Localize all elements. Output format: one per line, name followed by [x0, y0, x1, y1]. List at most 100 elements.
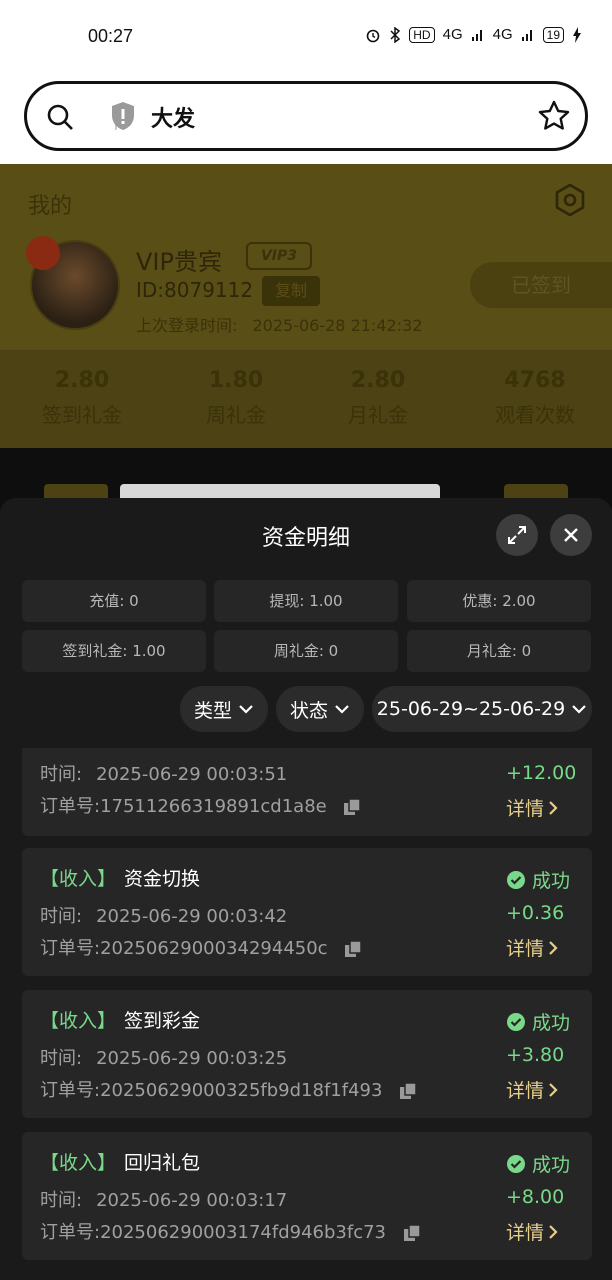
time-label: 时间: [40, 906, 83, 927]
expand-icon [508, 526, 526, 544]
record-type: 【收入】 资金切换 [40, 864, 200, 891]
stat-value: 2.80 [350, 368, 406, 393]
summary-recharge: 充值: 0 [22, 580, 206, 622]
status-filter[interactable]: 状态 [276, 686, 364, 732]
record-tag: 【收入】 [40, 868, 117, 890]
status-filter-label: 状态 [289, 699, 328, 722]
status-badge: 成功 [506, 1008, 570, 1035]
record-type: 【收入】 回归礼包 [40, 1148, 200, 1175]
list-item[interactable]: 【收入】 资金切换 成功 时间: 2025-06-29 00:03:42 订单号:2… [22, 848, 592, 976]
copy-icon[interactable] [402, 1223, 422, 1243]
status-text: 成功 [531, 870, 570, 892]
summary-monthly-bonus: 月礼金: 0 [407, 630, 591, 672]
last-login: 上次登录时间: 2025-06-28 21:42:32 [136, 312, 422, 336]
copy-icon[interactable] [343, 939, 363, 959]
network-4g-1: 4G [442, 26, 463, 43]
copy-icon[interactable] [342, 797, 362, 817]
status-bar: 00:27 HD 4G 4G 19 [0, 0, 612, 72]
date-range-filter[interactable]: 25-06-29~25-06-29 [372, 686, 592, 732]
detail-label: 详情 [506, 1080, 545, 1102]
check-circle-icon [506, 1154, 525, 1173]
records-list[interactable]: 时间: 2025-06-29 00:03:51 订单号:1751126631989… [0, 748, 612, 1280]
detail-link[interactable]: 详情 [506, 794, 558, 821]
record-amount: +3.80 [506, 1044, 565, 1066]
record-time: 时间: 2025-06-29 00:03:17 [40, 1186, 287, 1212]
chevron-right-icon [549, 800, 558, 815]
record-order: 订单号:2025062900034294450c [40, 934, 363, 960]
order-value: 20250629000325fb9d18f1f493 [100, 1080, 383, 1101]
hd-badge: HD [409, 26, 435, 43]
time-value: 2025-06-29 00:03:25 [96, 1048, 288, 1069]
list-item[interactable]: 【收入】 签到彩金 成功 时间: 2025-06-29 00:03:25 订单号:2… [22, 990, 592, 1118]
status-badge: 成功 [506, 1150, 570, 1177]
profile-stats: 2.80 签到礼金 1.80 周礼金 2.80 月礼金 4768 观看次数 [0, 350, 612, 448]
order-label: 订单号: [40, 1080, 101, 1101]
summary-weekly-bonus: 周礼金: 0 [214, 630, 398, 672]
expand-button[interactable] [496, 514, 538, 556]
record-amount: +8.00 [506, 1186, 565, 1208]
status-time: 00:27 [88, 26, 134, 46]
list-item[interactable]: 时间: 2025-06-29 00:03:51 订单号:1751126631989… [22, 748, 592, 836]
record-order: 订单号:202506290003174fd946b3fc73 [40, 1218, 422, 1244]
search-icon[interactable] [45, 102, 75, 132]
detail-label: 详情 [506, 798, 545, 820]
summary-withdraw: 提现: 1.00 [214, 580, 398, 622]
time-label: 时间: [40, 1048, 83, 1069]
chevron-down-icon [572, 705, 586, 714]
order-label: 订单号: [40, 796, 101, 817]
status-icons: HD 4G 4G 19 [365, 26, 582, 43]
detail-label: 详情 [506, 938, 545, 960]
time-value: 2025-06-29 00:03:42 [96, 906, 288, 927]
shield-icon[interactable] [109, 100, 137, 132]
record-name: 签到彩金 [124, 1010, 201, 1032]
stat-item: 2.80 签到礼金 [36, 368, 128, 428]
chevron-right-icon [549, 940, 558, 955]
status-badge: 成功 [506, 866, 570, 893]
stat-label: 观看次数 [495, 403, 575, 427]
chevron-down-icon [335, 705, 349, 714]
signal-icon-2 [521, 29, 532, 41]
browser-toolbar: 大发 [0, 72, 612, 164]
profile-name: VIP贵宾 [136, 248, 222, 276]
order-value: 202506290003174fd946b3fc73 [100, 1222, 386, 1243]
check-circle-icon [506, 1012, 525, 1031]
check-circle-icon [506, 870, 525, 889]
address-bar[interactable]: 大发 [24, 81, 588, 151]
network-4g-2: 4G [492, 26, 513, 43]
record-order: 订单号:20250629000325fb9d18f1f493 [40, 1076, 418, 1102]
date-range-label: 25-06-29~25-06-29 [376, 698, 566, 720]
close-button[interactable] [550, 514, 592, 556]
order-label: 订单号: [40, 1222, 101, 1243]
stat-label: 签到礼金 [42, 403, 122, 427]
bluetooth-icon [390, 26, 401, 43]
record-name: 回归礼包 [124, 1152, 201, 1174]
detail-link[interactable]: 详情 [506, 934, 558, 961]
record-type: 【收入】 签到彩金 [40, 1006, 200, 1033]
detail-link[interactable]: 详情 [506, 1218, 558, 1245]
stat-item: 2.80 月礼金 [332, 368, 424, 428]
type-filter[interactable]: 类型 [180, 686, 268, 732]
chevron-right-icon [549, 1224, 558, 1239]
profile-id: ID:8079112 [136, 278, 254, 302]
order-label: 订单号: [40, 938, 101, 959]
vip-badge: VIP3 [246, 242, 312, 270]
stat-item: 4768 观看次数 [480, 368, 590, 428]
stat-label: 月礼金 [348, 403, 408, 427]
page-title: 我的 [28, 194, 73, 219]
battery-level: 19 [542, 26, 564, 43]
address-query[interactable]: 大发 [151, 101, 195, 133]
signal-icon-1 [471, 29, 482, 41]
time-value: 2025-06-29 00:03:51 [96, 764, 288, 785]
detail-link[interactable]: 详情 [506, 1076, 558, 1103]
detail-label: 详情 [506, 1222, 545, 1244]
summary-discount: 优惠: 2.00 [407, 580, 591, 622]
record-amount: +0.36 [506, 902, 565, 924]
record-order: 订单号:17511266319891cd1a8e [40, 792, 362, 818]
star-icon[interactable] [537, 99, 571, 133]
copy-icon[interactable] [398, 1081, 418, 1101]
stat-value: 4768 [504, 368, 566, 393]
stat-value: 2.80 [54, 368, 110, 393]
chevron-down-icon [239, 705, 253, 714]
list-item[interactable]: 【收入】 回归礼包 成功 时间: 2025-06-29 00:03:17 订单号:2… [22, 1132, 592, 1260]
order-value: 17511266319891cd1a8e [100, 796, 327, 817]
